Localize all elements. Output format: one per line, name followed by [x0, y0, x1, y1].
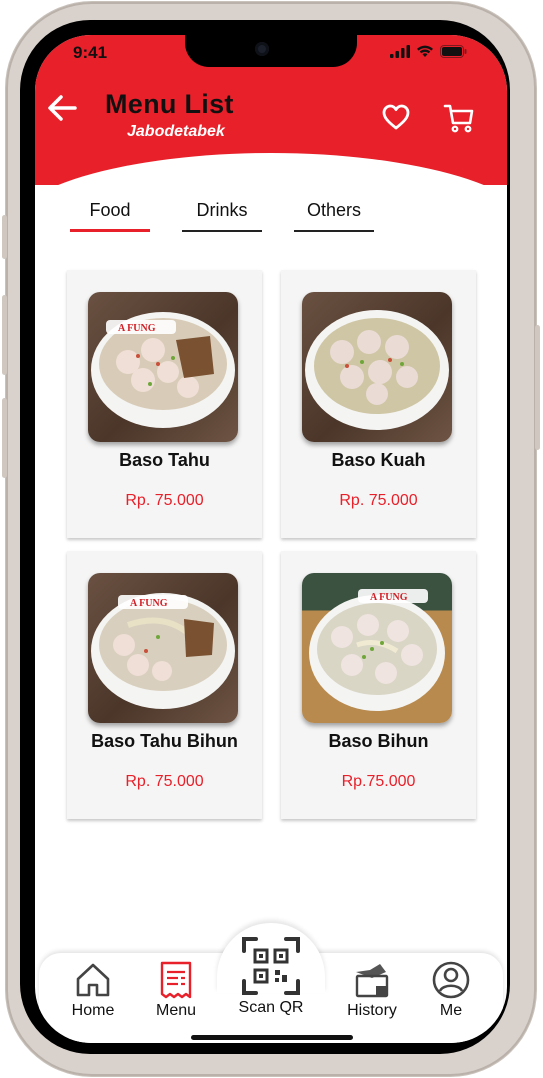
menu-receipt-icon: [160, 961, 192, 999]
nav-me[interactable]: Me: [411, 960, 491, 1020]
product-name: Baso Tahu: [119, 450, 210, 470]
heart-icon: [382, 104, 410, 130]
product-image: A FUNG: [88, 292, 238, 442]
tab-label: Drinks: [196, 200, 248, 220]
status-time: 9:41: [73, 43, 108, 62]
battery-icon: [440, 45, 467, 58]
product-price: Rp.75.000: [341, 773, 416, 790]
product-price: Rp. 75.000: [125, 492, 204, 509]
product-card[interactable]: A FUNG Baso Bihun Rp.75.000: [281, 551, 476, 819]
product-image: A FUNG: [302, 573, 452, 723]
nav-label: Scan QR: [238, 999, 304, 1016]
tab-underline: [70, 229, 150, 232]
cart-button[interactable]: [443, 102, 475, 134]
side-button: [2, 295, 7, 375]
tab-underline: [182, 230, 262, 232]
nav-label: History: [347, 1002, 397, 1019]
soup-bowl-icon: [305, 310, 449, 430]
tab-drinks[interactable]: Drinks: [182, 195, 262, 232]
tab-label: Food: [89, 200, 131, 220]
nav-home[interactable]: Home: [53, 960, 133, 1020]
svg-text:A FUNG: A FUNG: [370, 592, 408, 603]
product-name: Baso Kuah: [331, 450, 426, 470]
product-card[interactable]: Baso Kuah Rp. 75.000: [281, 270, 476, 538]
home-icon: [76, 963, 110, 997]
side-button: [2, 398, 7, 478]
nav-label: Me: [439, 1002, 463, 1019]
svg-text:A FUNG: A FUNG: [118, 323, 156, 334]
product-price: Rp. 75.000: [125, 773, 204, 790]
nav-scan-qr[interactable]: Scan QR: [231, 935, 311, 1017]
product-name: Baso Bihun: [328, 731, 429, 751]
camera-icon: [255, 42, 269, 56]
favorite-button[interactable]: [381, 102, 411, 132]
screen: 9:41 Menu List Jabodetabek Food Drinks O…: [35, 35, 507, 1043]
product-price: Rp. 75.000: [339, 492, 418, 509]
soup-bowl-icon: A FUNG: [309, 589, 445, 711]
tab-underline: [294, 230, 374, 232]
soup-bowl-icon: A FUNG: [91, 593, 235, 709]
page-subtitle: Jabodetabek: [127, 123, 225, 140]
product-name: Baso Tahu Bihun: [91, 731, 238, 751]
status-icons: [390, 45, 467, 58]
product-image: [302, 292, 452, 442]
category-tabs: Food Drinks Others: [35, 195, 507, 235]
tab-others[interactable]: Others: [294, 195, 374, 232]
product-card[interactable]: A FUNG Baso Tahu Rp. 75.000: [67, 270, 262, 538]
svg-text:A FUNG: A FUNG: [130, 598, 168, 609]
tab-food[interactable]: Food: [70, 195, 150, 232]
side-button: [535, 325, 540, 450]
arrow-left-icon: [48, 95, 77, 121]
side-button: [2, 215, 7, 259]
qr-code-icon: [242, 937, 300, 995]
product-card[interactable]: A FUNG Baso Tahu Bihun Rp. 75.000: [67, 551, 262, 819]
signal-icon: [390, 45, 410, 58]
nav-history[interactable]: History: [332, 960, 412, 1020]
soup-bowl-icon: A FUNG: [91, 312, 235, 428]
nav-menu[interactable]: Menu: [136, 960, 216, 1020]
cart-icon: [443, 104, 474, 133]
nav-label: Menu: [155, 1002, 197, 1019]
product-image: A FUNG: [88, 573, 238, 723]
notch: [185, 35, 357, 67]
home-indicator[interactable]: [191, 1035, 353, 1040]
history-icon: [355, 964, 389, 998]
back-button[interactable]: [45, 91, 79, 125]
page-title: Menu List: [105, 89, 234, 119]
wifi-icon: [417, 45, 433, 57]
tab-label: Others: [306, 200, 362, 220]
nav-label: Home: [71, 1002, 115, 1019]
profile-icon: [432, 961, 470, 999]
